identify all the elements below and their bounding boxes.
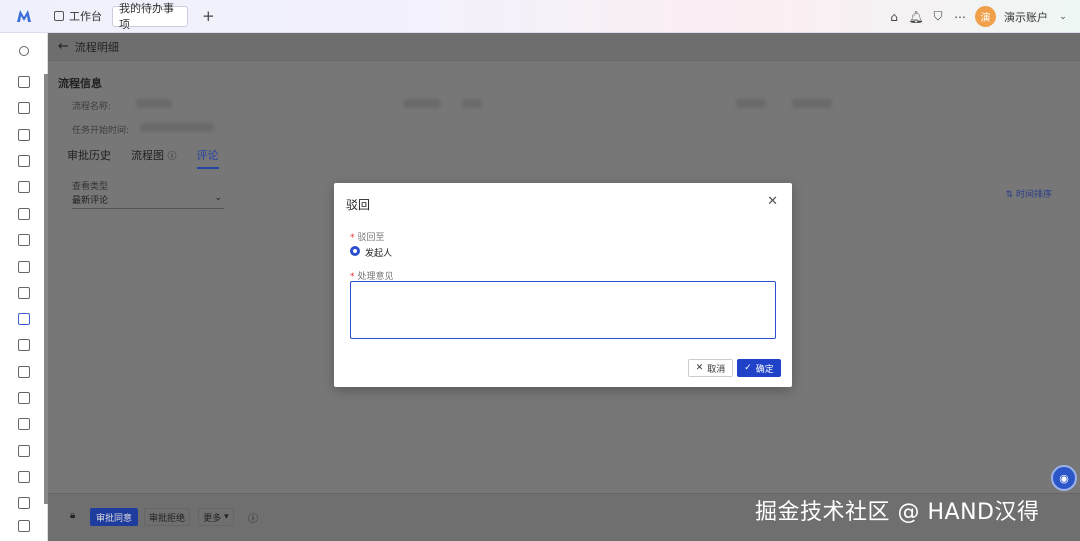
sidebar-item-icon[interactable]	[18, 445, 30, 457]
help-icon: ⓘ	[167, 152, 177, 162]
sidebar-item-icon[interactable]	[18, 208, 30, 220]
view-type-value: 最新评论	[72, 196, 109, 206]
detail-tabs: 审批历史 流程图 ⓘ 评论	[67, 147, 219, 169]
section-title: 流程信息	[58, 77, 102, 90]
radio-label[interactable]: 发起人	[365, 246, 392, 259]
shirt-icon[interactable]: ⛉	[931, 9, 945, 24]
org-chart-icon[interactable]	[18, 155, 30, 167]
approve-button[interactable]: 审批同意	[90, 508, 138, 526]
confirm-button[interactable]: ✓ 确定	[737, 359, 781, 377]
sort-by-time-link[interactable]: ⇅ 时间排序	[1006, 187, 1052, 200]
sidebar-item-icon[interactable]	[18, 287, 30, 299]
comment-textarea[interactable]	[350, 281, 776, 339]
more-icon[interactable]: ⋯	[953, 10, 967, 24]
cancel-button[interactable]: ✕ 取消	[688, 359, 733, 377]
top-bar: 工作台 我的待办事项 + ⌂ 🔔︎ ⛉ ⋯ 演 演示账户 ⌄	[0, 0, 1080, 33]
help-icon[interactable]: ⓘ	[248, 510, 258, 525]
sidebar-item-icon[interactable]	[18, 366, 30, 378]
button-label: 取消	[707, 364, 726, 375]
bell-icon[interactable]: 🔔︎	[908, 10, 923, 24]
field-value	[403, 99, 441, 108]
chevron-down-icon[interactable]: ⌄	[1056, 10, 1070, 24]
chevron-down-icon: ▾	[224, 512, 229, 522]
tab-label: 流程图	[131, 149, 164, 162]
sidebar-item-icon[interactable]	[18, 497, 30, 509]
close-icon[interactable]: ✕	[767, 194, 778, 209]
view-type-select[interactable]: 最新评论 ⌄	[72, 193, 224, 209]
lock-icon[interactable]: 🔒︎	[70, 510, 75, 521]
workflow-icon[interactable]	[18, 313, 30, 325]
close-icon: ✕	[695, 363, 704, 373]
field-value	[136, 99, 172, 108]
sidebar-item-icon[interactable]	[18, 392, 30, 404]
user-name[interactable]: 演示账户	[1004, 9, 1048, 25]
more-label: 更多	[203, 513, 222, 524]
sidebar-item-icon[interactable]	[18, 76, 30, 88]
search-icon[interactable]	[19, 46, 29, 56]
required-mark: *	[350, 233, 355, 243]
field-value	[462, 99, 482, 108]
check-icon: ✓	[744, 363, 752, 373]
collapse-menu-icon[interactable]	[18, 520, 30, 532]
sidebar-item-icon[interactable]	[18, 471, 30, 483]
field-label: 任务开始时间:	[72, 126, 130, 136]
sidebar-item-icon[interactable]	[18, 261, 30, 273]
avatar[interactable]: 演	[975, 6, 996, 27]
sidebar	[0, 33, 48, 541]
watermark: 掘金技术社区 @ HAND汉得	[755, 500, 1040, 525]
sidebar-item-icon[interactable]	[18, 339, 30, 351]
tab-approval-history[interactable]: 审批历史	[67, 147, 111, 169]
sidebar-item-icon[interactable]	[18, 418, 30, 430]
view-type-label: 查看类型	[72, 182, 109, 192]
page-header: ← 流程明细	[48, 33, 1080, 61]
dialog-title: 驳回	[346, 198, 371, 212]
home-icon[interactable]: ⌂	[887, 10, 901, 24]
tab-workbench[interactable]: 工作台	[48, 6, 108, 27]
page-title: 流程明细	[74, 40, 119, 54]
monitor-icon	[54, 11, 64, 21]
label-text: 驳回至	[357, 233, 385, 243]
add-tab-icon[interactable]: +	[202, 7, 215, 25]
sidebar-item-icon[interactable]	[18, 102, 30, 114]
reject-to-label: * 驳回至	[350, 230, 385, 243]
button-label: 确定	[755, 364, 774, 375]
tab-flowchart[interactable]: 流程图 ⓘ	[131, 147, 177, 169]
field-value	[140, 123, 214, 132]
app-logo[interactable]	[0, 0, 48, 33]
assistant-icon[interactable]: ◉	[1051, 465, 1077, 491]
tab-comments[interactable]: 评论	[196, 147, 219, 169]
field-value	[736, 99, 766, 108]
reject-to-radio[interactable]	[350, 246, 360, 256]
back-arrow-icon[interactable]: ←	[58, 39, 69, 54]
field-label: 流程名称:	[72, 102, 112, 112]
field-value	[792, 99, 832, 108]
sort-label: 时间排序	[1015, 190, 1052, 200]
chevron-down-icon: ⌄	[214, 193, 222, 203]
sidebar-item-icon[interactable]	[18, 129, 30, 141]
sidebar-item-icon[interactable]	[18, 234, 30, 246]
reject-button[interactable]: 审批拒绝	[144, 508, 190, 526]
sidebar-item-icon[interactable]	[18, 181, 30, 193]
reject-dialog: 驳回 ✕ * 驳回至 发起人 * 处理意见 ✕ 取消 ✓ 确定	[334, 183, 792, 387]
tab-label: 我的待办事项	[119, 2, 174, 31]
tab-label: 工作台	[69, 10, 102, 23]
tab-my-todo[interactable]: 我的待办事项	[112, 2, 188, 31]
more-button[interactable]: 更多 ▾	[198, 508, 234, 526]
